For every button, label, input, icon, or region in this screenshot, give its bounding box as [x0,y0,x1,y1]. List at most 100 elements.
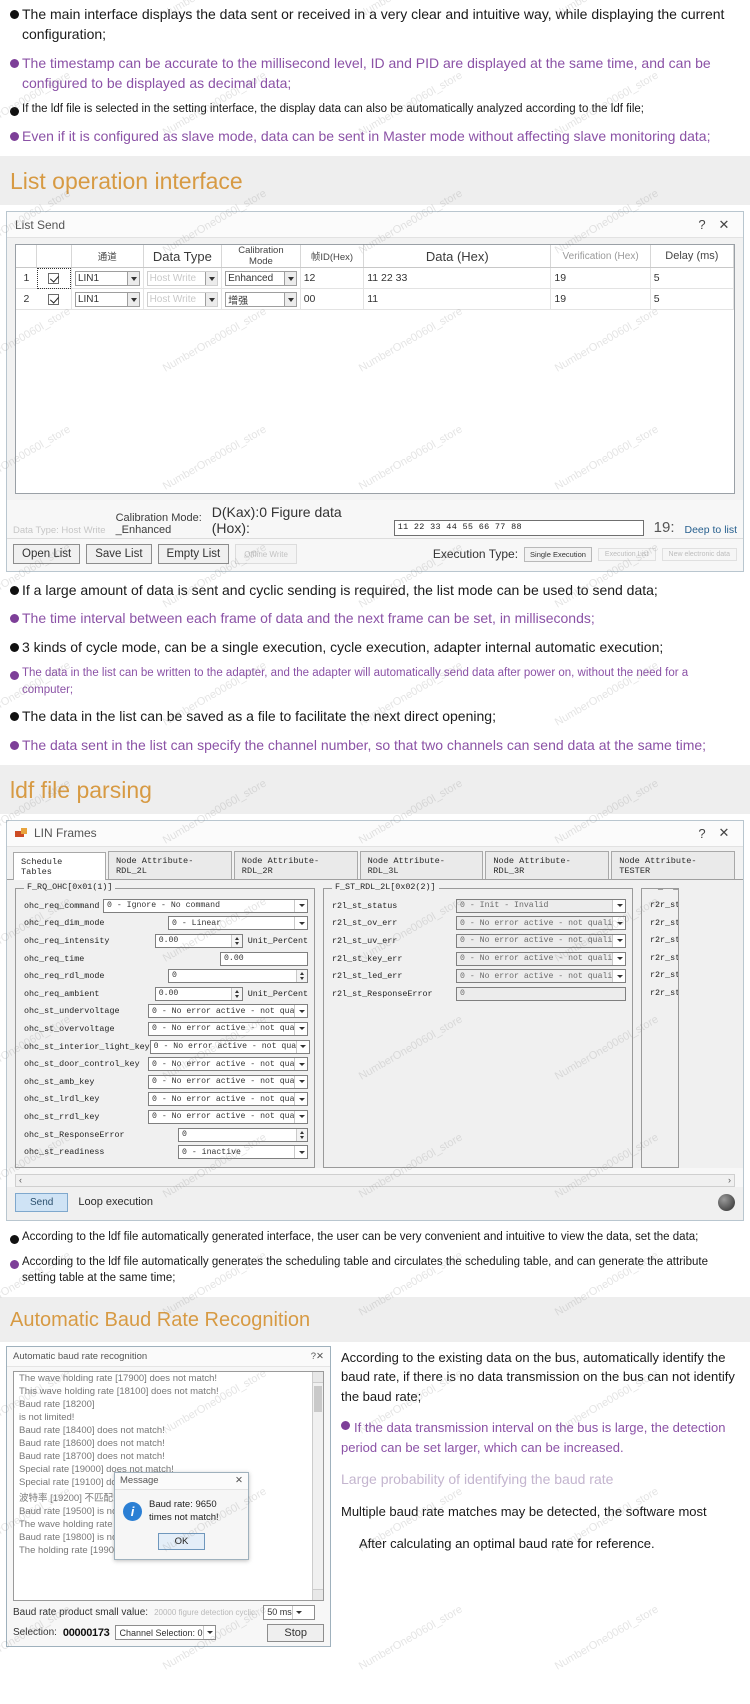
chevron-down-icon[interactable] [295,1040,309,1053]
chevron-down-icon[interactable] [294,1146,307,1159]
chevron-down-icon[interactable] [294,1093,307,1106]
row-enable-checkbox[interactable] [36,267,72,290]
field-control[interactable]: 0 - No error active - not qualified [148,1021,308,1036]
field-select[interactable]: 0 - No error active - not qualified [148,1074,308,1089]
empty-list-button[interactable]: Empty List [157,544,230,565]
field-spinner[interactable]: 0 [178,1127,308,1142]
cell-calibration[interactable]: Enhanced [221,267,301,290]
field-control[interactable]: 0 - No error active - not qualified [456,916,626,931]
cell-frameid[interactable]: 00 [300,288,365,311]
cell-verification[interactable]: 19 [550,267,651,290]
deep-to-list-link[interactable]: Deep to list [685,524,738,536]
chevron-down-icon[interactable] [612,952,625,965]
field-control[interactable]: 0 - No error active - not qualified [456,951,626,966]
cell-data[interactable]: 11 22 33 [363,267,552,290]
chevron-down-icon[interactable] [294,1058,307,1071]
field-control[interactable]: 0 [178,1127,308,1142]
chevron-down-icon[interactable] [612,899,625,912]
channel-selection-select[interactable]: Channel Selection: 0 [115,1625,216,1641]
execution-type-value[interactable]: Single Execution [524,546,592,562]
chevron-down-icon[interactable] [283,292,296,306]
datatype-select[interactable]: Host Write [146,291,219,307]
scroll-left-arrow-icon[interactable]: ‹ [19,1175,22,1185]
field-control[interactable]: 0 - No error active - not qualified [148,1057,308,1072]
checkbox-icon[interactable] [48,293,60,305]
new-electronic-data-button[interactable]: New electronic data [661,547,737,561]
detection-cycle-select[interactable]: 50 ms [263,1604,316,1620]
checkbox-icon[interactable] [48,272,60,284]
chevron-down-icon[interactable] [294,1075,307,1088]
field-control[interactable]: 0 - No error active - not qualified [148,1004,308,1019]
calibration-select[interactable]: Enhanced [225,270,297,286]
cell-datatype[interactable]: Host Write [143,288,223,311]
calibration-select[interactable]: 增强 [225,291,297,307]
field-control[interactable]: 0 [168,969,308,984]
chevron-down-icon[interactable] [283,271,296,285]
list-send-grid[interactable]: 通道 Data Type Calibration Mode 帧ID(Hex) D… [15,244,735,495]
cell-datatype[interactable]: Host Write [143,267,223,290]
stop-button[interactable]: Stop [267,1623,324,1642]
field-control[interactable]: 0 - No error active - not qualified [148,1074,308,1089]
field-control[interactable]: 0 - No error active - not qualified [456,933,626,948]
channel-select[interactable]: LIN1 [74,291,140,307]
field-spinner[interactable]: 0.00 [154,986,243,1001]
field-select[interactable]: 0 - No error active - not qualified [148,1004,308,1019]
table-row[interactable]: 1 LIN1 Host Write Enhanced 12 11 22 33 1… [16,267,734,290]
scroll-down-arrow-icon[interactable] [313,1588,323,1600]
field-select[interactable]: 0 - No error active - not qualified [148,1021,308,1036]
cell-delay[interactable]: 5 [650,288,734,311]
chevron-down-icon[interactable] [126,271,139,285]
figure-data-input[interactable]: 11 22 33 44 55 66 77 88 [393,520,644,537]
chevron-down-icon[interactable] [291,1605,304,1619]
field-control[interactable]: 0 - Linear [168,916,308,931]
field-select[interactable]: 0 - No error active - not qualified [148,1092,308,1107]
cell-delay[interactable]: 5 [650,267,734,290]
spinner-arrows-icon[interactable] [296,1128,307,1141]
save-list-button[interactable]: Save List [86,544,152,565]
datatype-select[interactable]: Host Write [146,270,219,286]
send-button[interactable]: Send [15,1192,69,1212]
cell-channel[interactable]: LIN1 [71,267,144,290]
scroll-right-arrow-icon[interactable]: › [728,1175,731,1185]
field-control[interactable]: 0 - Ignore - No command [103,898,308,913]
close-icon[interactable]: ✕ [713,217,735,233]
tab-node-attribute-tester[interactable]: Node Attribute-TESTER [611,850,735,879]
chevron-down-icon[interactable] [294,1005,307,1018]
field-select[interactable]: 0 - No error active - not qualified [148,1057,308,1072]
spinner-arrows-icon[interactable] [230,934,242,947]
help-icon[interactable]: ? [691,826,713,841]
field-spinner[interactable]: 0 [168,969,308,984]
cell-verification[interactable]: 19 [550,288,651,311]
tab-node-attribute-rdl-2l[interactable]: Node Attribute-RDL_2L [108,850,232,879]
chevron-down-icon[interactable] [202,1626,215,1640]
field-control[interactable]: 0 - No error active - not qualified [149,1039,310,1054]
execution-list-button[interactable]: Execution List [597,547,656,561]
ok-button[interactable]: OK [157,1532,206,1550]
field-control[interactable]: 0 - No error active - not qualified [148,1109,308,1124]
close-icon[interactable]: ✕ [713,825,735,841]
chevron-down-icon[interactable] [612,917,625,930]
field-select[interactable]: 0 - No error active - not qualified [148,1109,308,1124]
scroll-thumb[interactable] [314,1385,322,1412]
field-control[interactable]: 0 - inactive [178,1145,308,1160]
offline-write-button[interactable]: Offline Write [235,544,297,565]
cell-data[interactable]: 11 [363,288,552,311]
baud-log-panel[interactable]: The wave holding rate [17900] does not m… [13,1370,324,1601]
cell-frameid[interactable]: 12 [300,267,365,290]
field-select[interactable]: 0 - inactive [178,1145,308,1160]
chevron-down-icon[interactable] [205,271,218,285]
chevron-down-icon[interactable] [205,292,218,306]
channel-select[interactable]: LIN1 [74,270,140,286]
chevron-down-icon[interactable] [294,1110,307,1123]
cell-calibration[interactable]: 增强 [221,288,301,311]
close-icon[interactable]: ✕ [316,1351,324,1362]
field-select[interactable]: 0 - Ignore - No command [103,898,308,913]
field-control[interactable]: 0.00 Unit_PerCent [154,933,308,948]
log-scrollbar[interactable] [312,1371,323,1600]
field-input[interactable]: 0.00 [220,951,308,966]
tab-schedule-tables[interactable]: Schedule Tables [13,851,106,880]
row-enable-checkbox[interactable] [36,288,72,311]
loop-execution-label[interactable]: Loop execution [78,1196,153,1208]
chevron-down-icon[interactable] [126,292,139,306]
tab-node-attribute-rdl-3l[interactable]: Node Attribute-RDL_3L [359,850,484,879]
